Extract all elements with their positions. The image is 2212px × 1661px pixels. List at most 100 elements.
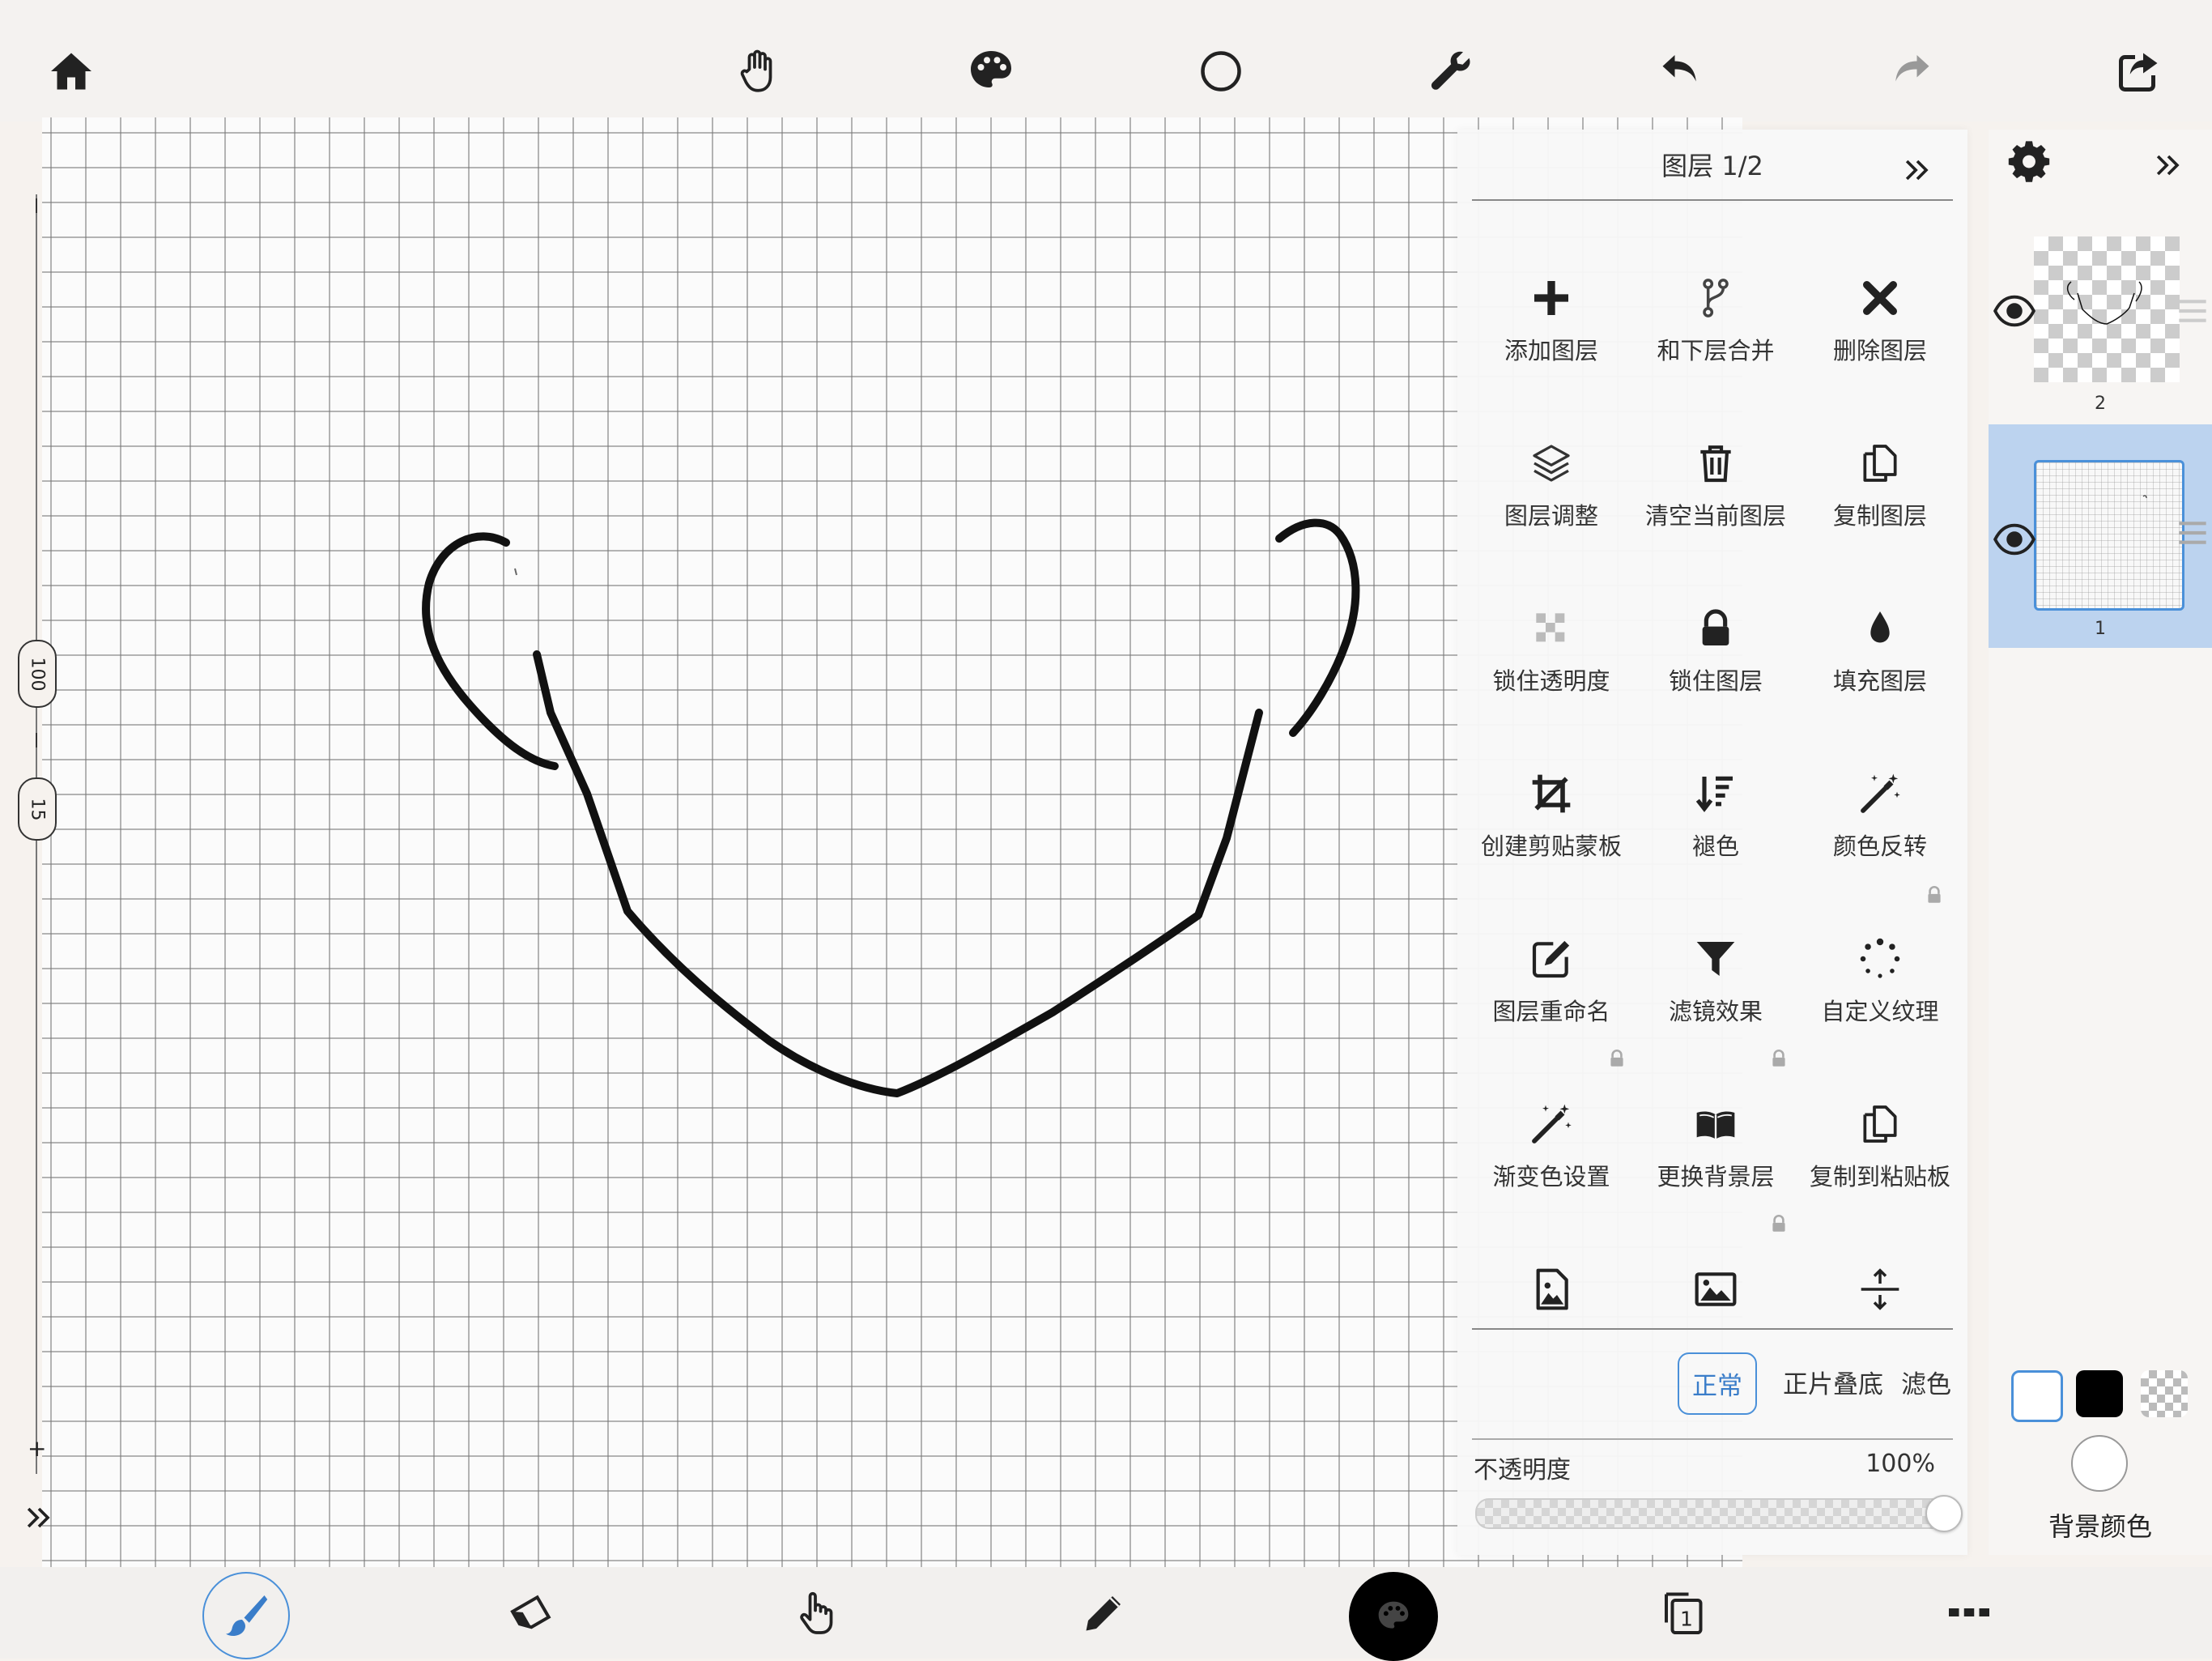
layer-item-1[interactable]: 1: [1989, 424, 2212, 648]
more-button[interactable]: [1929, 1572, 2010, 1653]
layer-number: 2: [2095, 394, 2106, 414]
home-button[interactable]: [39, 39, 104, 104]
blend-screen[interactable]: 滤色: [1888, 1352, 1964, 1412]
lock-icon: [1928, 886, 1941, 903]
color-picker-button[interactable]: [1349, 1572, 1438, 1661]
more-icon: [1949, 1608, 1989, 1616]
palette-button[interactable]: [959, 39, 1023, 104]
settings-wrench-button[interactable]: [1419, 39, 1483, 104]
magic-wand-icon: [1861, 773, 1900, 813]
primary-color-swatch[interactable]: [2011, 1370, 2063, 1422]
merge-down-button[interactable]: 和下层合并: [1635, 275, 1797, 437]
filter-effects-button[interactable]: 滤镜效果: [1635, 936, 1797, 1098]
blend-multiply[interactable]: 正片叠底: [1770, 1352, 1896, 1412]
fade-button[interactable]: 褪色: [1635, 771, 1797, 933]
layer-adjust-button[interactable]: 图层调整: [1470, 441, 1632, 603]
smudge-tool-button[interactable]: [776, 1572, 857, 1653]
thumbnail-sketch: [2142, 495, 2147, 499]
divider: [1472, 1438, 1953, 1440]
copy-to-clipboard-button[interactable]: 复制到粘贴板: [1799, 1101, 1961, 1263]
color-picker-icon: [1378, 1601, 1409, 1629]
layer-panel-title: 图层 1/2: [1661, 151, 1763, 181]
redo-button[interactable]: [1878, 39, 1943, 104]
thumbnail-sketch: [2066, 281, 2142, 325]
blend-normal[interactable]: 正常: [1678, 1352, 1757, 1415]
change-background-layer-button[interactable]: 更换背景层: [1635, 1101, 1797, 1263]
lock-icon: [1772, 1215, 1785, 1232]
eraser-tool-button[interactable]: [491, 1572, 572, 1653]
brush-tool-button[interactable]: [202, 1572, 290, 1659]
action-label: 渐变色设置: [1492, 1163, 1610, 1190]
action-label: 清空当前图层: [1644, 502, 1786, 530]
transparent-color-swatch[interactable]: [2141, 1370, 2188, 1417]
opacity-slider[interactable]: [1475, 1498, 1956, 1529]
ruler-tick: [36, 733, 37, 747]
drag-handle-icon[interactable]: [2176, 518, 2209, 547]
add-layer-button[interactable]: 添加图层: [1470, 275, 1632, 437]
gradient-settings-button[interactable]: 渐变色设置: [1470, 1101, 1632, 1263]
opacity-slider-knob[interactable]: [1925, 1495, 1963, 1532]
clear-layer-button[interactable]: 清空当前图层: [1635, 441, 1797, 603]
opacity-value: 100%: [1865, 1450, 1935, 1478]
action-label: 和下层合并: [1657, 337, 1775, 364]
action-label: 褪色: [1691, 833, 1739, 860]
dots-circle-icon: [1860, 938, 1900, 978]
custom-texture-button[interactable]: 自定义纹理: [1799, 936, 1961, 1098]
double-chevron-right-icon[interactable]: [1899, 152, 1935, 188]
magic-wand-icon: [1532, 1104, 1572, 1144]
action-label: 锁住透明度: [1492, 667, 1610, 695]
lock-layer-button[interactable]: 锁住图层: [1635, 606, 1797, 768]
background-color-label: 背景颜色: [2048, 1511, 2152, 1542]
gear-icon[interactable]: [2006, 139, 2052, 185]
eraser-icon: [510, 1595, 551, 1629]
plus-icon: [1534, 281, 1568, 315]
action-label: 图层重命名: [1492, 998, 1610, 1025]
drag-handle-icon[interactable]: [2176, 296, 2209, 326]
wrench-icon: [1431, 51, 1470, 90]
action-label: 创建剪贴蒙板: [1480, 833, 1622, 860]
layers-count-icon: 1: [1665, 1592, 1703, 1634]
ruler-plus-icon: +: [28, 1435, 47, 1462]
circle-icon: [1201, 51, 1241, 92]
eye-icon[interactable]: [1993, 523, 2035, 556]
zoom-slider-handle[interactable]: 100: [18, 640, 57, 708]
lock-icon: [1772, 1050, 1785, 1067]
trash-icon: [1700, 445, 1731, 483]
selection-button[interactable]: [1189, 39, 1253, 104]
invert-color-button[interactable]: 颜色反转: [1799, 771, 1961, 933]
hand-pointer-icon: [800, 1591, 833, 1634]
copy-icon: [1863, 1105, 1897, 1143]
drop-icon: [1870, 611, 1890, 643]
eye-icon[interactable]: [1993, 295, 2035, 327]
action-label: 复制图层: [1832, 502, 1927, 530]
background-color-swatch[interactable]: [2071, 1435, 2128, 1492]
double-chevron-right-icon[interactable]: [2150, 147, 2186, 183]
share-icon: [2119, 53, 2158, 92]
hand-tool-button[interactable]: [727, 39, 792, 104]
blend-mode-selector: 正常 正片叠底 滤色: [1457, 1344, 1967, 1415]
fill-layer-button[interactable]: 填充图层: [1799, 606, 1961, 768]
divider: [1472, 199, 1953, 201]
lock-transparency-button[interactable]: 锁住透明度: [1470, 606, 1632, 768]
layer-item-2[interactable]: 2: [1989, 227, 2212, 421]
clipping-mask-button[interactable]: 创建剪贴蒙板: [1470, 771, 1632, 933]
redo-icon: [1895, 55, 1929, 82]
pencil-icon: [1086, 1596, 1121, 1631]
secondary-color-swatch[interactable]: [2076, 1370, 2123, 1417]
brush-size-handle[interactable]: 15: [18, 777, 57, 841]
layer-number: 1: [2095, 619, 2106, 639]
checker-icon: [1536, 613, 1565, 642]
expand-chevron-icon[interactable]: [21, 1500, 57, 1535]
pencil-tool-button[interactable]: [1064, 1572, 1145, 1653]
book-icon: [1696, 1111, 1735, 1139]
opacity-label: 不透明度: [1474, 1456, 1571, 1484]
crop-icon: [1532, 774, 1571, 813]
top-toolbar: [0, 0, 2212, 121]
action-label: 填充图层: [1832, 667, 1927, 695]
duplicate-layer-button[interactable]: 复制图层: [1799, 441, 1961, 603]
rename-layer-button[interactable]: 图层重命名: [1470, 936, 1632, 1098]
layers-button[interactable]: 1: [1642, 1572, 1723, 1653]
delete-layer-button[interactable]: 删除图层: [1799, 275, 1961, 437]
undo-button[interactable]: [1648, 39, 1713, 104]
export-button[interactable]: [2107, 39, 2172, 104]
